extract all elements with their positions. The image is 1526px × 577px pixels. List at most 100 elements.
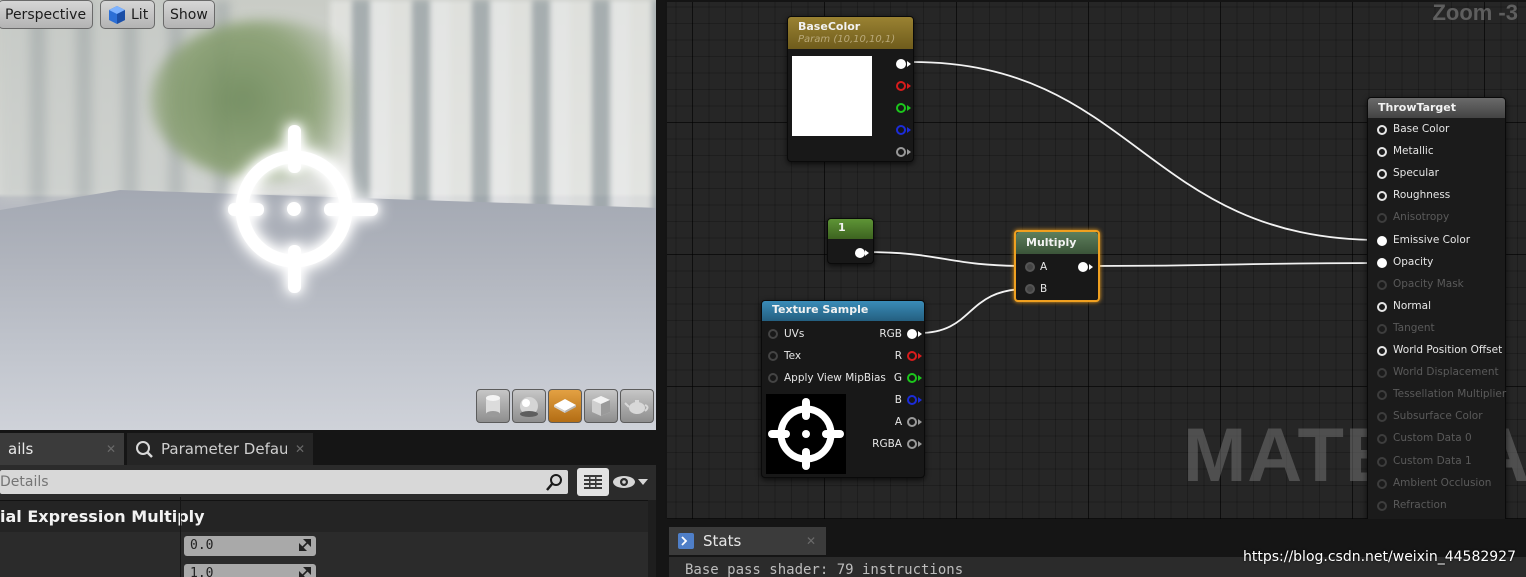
preview-plane-button[interactable]	[548, 389, 582, 423]
input-label-custom-data-1: Custom Data 1	[1393, 454, 1472, 467]
view-options-button[interactable]	[612, 471, 652, 493]
const-a-value: 0.0	[190, 538, 214, 553]
input-pin-uvs[interactable]	[768, 329, 778, 339]
output-pin-r[interactable]	[896, 81, 906, 91]
property-column-divider[interactable]	[180, 497, 181, 577]
node-basecolor-header[interactable]: BaseColor Param (10,10,10,1)	[788, 17, 913, 49]
input-pin-metallic[interactable]	[1377, 147, 1387, 158]
input-pin-base-color[interactable]	[1377, 125, 1387, 135]
input-label-subsurface-color: Subsurface Color	[1393, 410, 1483, 423]
preview-cube-button[interactable]	[584, 389, 618, 423]
preview-teapot-button[interactable]	[620, 389, 654, 423]
category-header[interactable]: ial Expression Multiply	[0, 500, 648, 532]
output-label-rgb: RGB	[879, 328, 902, 340]
input-pin-world-displacement[interactable]	[1377, 368, 1387, 379]
input-pin-tessellation-multiplier[interactable]	[1377, 390, 1387, 401]
pin-arrow-icon	[907, 149, 911, 155]
input-label-opacity: Opacity	[1393, 255, 1434, 268]
pin-arrow-icon	[918, 397, 922, 403]
perspective-button[interactable]: Perspective	[0, 0, 94, 29]
tab-details-label: ails	[8, 440, 34, 458]
tab-details[interactable]: ails ✕	[0, 433, 124, 465]
node-basecolor-title: BaseColor	[798, 20, 861, 33]
tab-stats[interactable]: Stats ✕	[669, 527, 826, 555]
input-pin-opacity-mask[interactable]	[1377, 279, 1387, 290]
input-pin-anisotropy[interactable]	[1377, 213, 1387, 224]
node-texture-header[interactable]: Texture Sample	[762, 301, 924, 321]
show-button[interactable]: Show	[163, 0, 215, 29]
close-icon[interactable]: ✕	[106, 442, 116, 456]
output-pin-rgba[interactable]	[907, 439, 917, 449]
input-pin-custom-data-1[interactable]	[1377, 456, 1387, 467]
cube-icon	[592, 396, 610, 416]
input-label-roughness: Roughness	[1393, 189, 1451, 202]
color-swatch-preview	[792, 56, 872, 136]
output-label-a: A	[894, 416, 902, 428]
search-icon[interactable]	[546, 473, 564, 491]
node-result-header[interactable]: ThrowTarget	[1368, 98, 1505, 118]
input-pin-tex[interactable]	[768, 351, 778, 361]
const-b-input[interactable]: 1.0	[184, 564, 316, 577]
drag-handle-icon	[299, 539, 311, 551]
close-icon[interactable]: ✕	[806, 534, 816, 548]
node-material-result[interactable]: ThrowTarget Base Color Metallic Specular Ro…	[1367, 97, 1506, 519]
property-row-const-b: 1.0	[0, 563, 648, 577]
lit-button[interactable]: Lit	[100, 0, 156, 29]
pin-arrow-icon	[907, 105, 911, 111]
input-pin-a[interactable]	[1025, 262, 1035, 272]
preview-shape-toolbar	[476, 389, 654, 423]
input-pin-emissive-color[interactable]	[1377, 235, 1387, 246]
details-scrollbar[interactable]	[648, 500, 656, 577]
details-search-box[interactable]	[0, 470, 568, 494]
output-pin-value[interactable]	[855, 248, 865, 258]
output-pin-rgb[interactable]	[907, 329, 917, 339]
input-pin-normal[interactable]	[1377, 301, 1387, 312]
input-pin-b[interactable]	[1025, 284, 1035, 294]
output-pin-b[interactable]	[907, 395, 917, 405]
plane-icon	[554, 399, 576, 413]
teapot-icon	[624, 400, 649, 414]
output-pin-r[interactable]	[907, 351, 917, 361]
output-pin-a[interactable]	[896, 147, 906, 157]
output-pin-b[interactable]	[896, 125, 906, 135]
output-pin-g[interactable]	[896, 103, 906, 113]
input-pin-specular[interactable]	[1377, 169, 1387, 180]
preview-viewport[interactable]: Perspective Lit Show	[0, 0, 656, 430]
node-texture-sample[interactable]: Texture Sample UVs Tex Apply View MipBia…	[761, 300, 925, 478]
input-pin-roughness[interactable]	[1377, 191, 1387, 202]
preview-sphere-button[interactable]	[512, 389, 546, 423]
output-pin-g[interactable]	[907, 373, 917, 383]
pin-arrow-icon	[865, 250, 869, 256]
input-pin-tangent[interactable]	[1377, 323, 1387, 334]
pin-arrow-icon	[907, 127, 911, 133]
input-label-emissive-color: Emissive Color	[1393, 233, 1471, 246]
preview-cylinder-button[interactable]	[476, 389, 510, 423]
input-pin-opacity[interactable]	[1377, 257, 1387, 268]
pin-arrow-icon	[918, 375, 922, 381]
tab-parameter-defaults[interactable]: Parameter Defaults ✕	[127, 433, 313, 465]
property-matrix-button[interactable]	[577, 468, 609, 496]
input-label-specular: Specular	[1393, 167, 1439, 180]
node-multiply[interactable]: Multiply A B	[1014, 230, 1100, 302]
drag-handle-icon	[299, 567, 311, 577]
details-search-input[interactable]	[0, 470, 530, 494]
panel-splitter[interactable]	[658, 0, 665, 577]
output-pin-result[interactable]	[1078, 262, 1088, 272]
node-constant[interactable]: 1	[827, 218, 874, 264]
input-pin-world-position-offset[interactable]	[1377, 346, 1387, 356]
input-pin-custom-data-0[interactable]	[1377, 434, 1387, 445]
output-pin-rgb[interactable]	[896, 59, 906, 69]
details-panel: ails ✕ Parameter Defaults ✕	[0, 430, 656, 577]
const-a-input[interactable]: 0.0	[184, 536, 316, 556]
node-multiply-header[interactable]: Multiply	[1016, 232, 1098, 254]
input-pin-refraction[interactable]	[1377, 500, 1387, 511]
material-graph[interactable]: Zoom -3 MATERIAL BaseColor Param (10,10,…	[665, 0, 1526, 519]
input-pin-mipbias[interactable]	[768, 373, 778, 383]
node-basecolor-param[interactable]: BaseColor Param (10,10,10,1)	[787, 16, 914, 162]
node-constant-header[interactable]: 1	[828, 219, 873, 239]
close-icon[interactable]: ✕	[295, 442, 305, 456]
input-pin-subsurface-color[interactable]	[1377, 412, 1387, 423]
input-pin-ambient-occlusion[interactable]	[1377, 478, 1387, 489]
output-pin-a[interactable]	[907, 417, 917, 427]
output-label-b: B	[894, 394, 902, 406]
